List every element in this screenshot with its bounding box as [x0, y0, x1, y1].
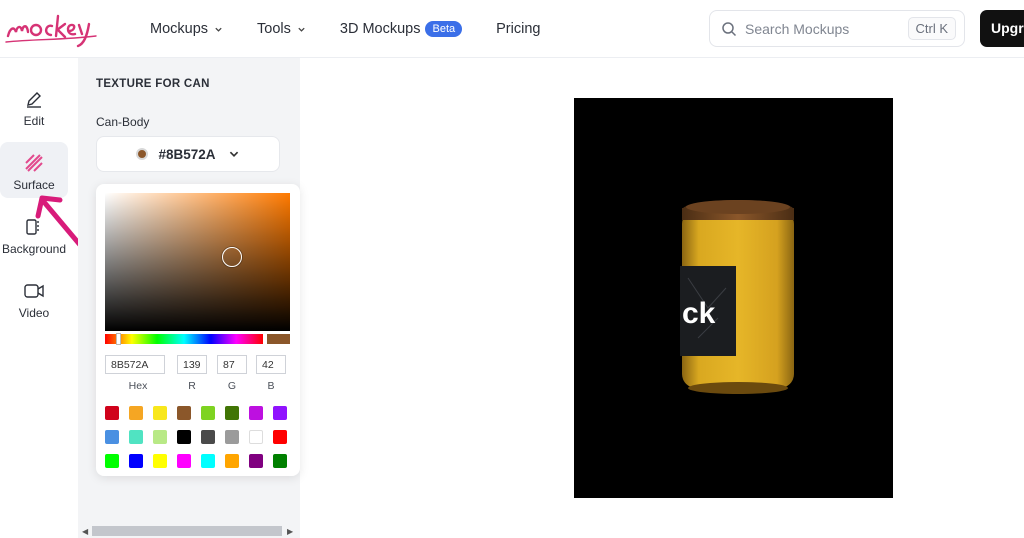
- rail-item-video[interactable]: Video: [0, 270, 68, 326]
- preset-color-swatch[interactable]: [129, 430, 143, 444]
- nav-tools[interactable]: Tools: [257, 21, 306, 37]
- horizontal-scrollbar[interactable]: ◀ ▶: [78, 524, 300, 538]
- chevron-down-icon: [298, 27, 305, 32]
- b-label: B: [267, 380, 275, 392]
- preset-color-swatch[interactable]: [201, 406, 215, 420]
- pencil-icon: [27, 92, 41, 108]
- preset-color-swatch[interactable]: [153, 430, 167, 444]
- r-input[interactable]: 139: [177, 355, 207, 374]
- preset-color-swatch[interactable]: [105, 406, 119, 420]
- preset-color-swatch[interactable]: [249, 406, 263, 420]
- color-preview: [267, 334, 290, 344]
- preset-color-swatch[interactable]: [105, 430, 119, 444]
- selected-color-value: #8B572A: [158, 146, 216, 162]
- hex-input[interactable]: 8B572A: [105, 355, 165, 374]
- texture-panel: TEXTURE FOR CAN Can-Body #8B572A 8B572A …: [78, 58, 300, 538]
- preset-color-swatch[interactable]: [177, 430, 191, 444]
- video-camera-icon: [24, 284, 44, 298]
- scrollbar-thumb[interactable]: [92, 526, 282, 536]
- rail-item-edit[interactable]: Edit: [0, 78, 68, 134]
- top-header: Mockups Tools 3D Mockups Beta Pricing Se…: [0, 0, 1024, 58]
- b-input[interactable]: 42: [256, 355, 286, 374]
- color-picker: 8B572A 139 87 42 Hex R G B: [96, 184, 300, 476]
- preset-color-swatch[interactable]: [225, 430, 239, 444]
- g-label: G: [227, 380, 237, 392]
- preset-color-swatch[interactable]: [177, 454, 191, 468]
- can-body-label: Can-Body: [96, 115, 150, 129]
- hue-slider[interactable]: [105, 333, 263, 345]
- nav-pricing[interactable]: Pricing: [496, 21, 540, 37]
- preset-color-swatch[interactable]: [273, 430, 287, 444]
- preset-color-swatch[interactable]: [201, 454, 215, 468]
- saturation-cursor[interactable]: [222, 247, 242, 267]
- hue-slider-thumb[interactable]: [116, 333, 121, 345]
- color-swatch-dot: [136, 148, 149, 160]
- nav-tools-label: Tools: [257, 21, 291, 37]
- main-nav: Mockups Tools 3D Mockups Beta Pricing: [150, 0, 574, 58]
- scroll-right-icon[interactable]: ▶: [287, 527, 293, 536]
- preset-swatches: [105, 406, 295, 468]
- saturation-value-area[interactable]: [105, 193, 290, 331]
- preset-color-swatch[interactable]: [105, 454, 119, 468]
- rail-label-edit: Edit: [23, 114, 45, 128]
- preset-color-swatch[interactable]: [129, 454, 143, 468]
- hex-label: Hex: [128, 380, 148, 392]
- beta-badge: Beta: [425, 21, 463, 37]
- rail-label-video: Video: [18, 306, 50, 320]
- preset-color-swatch[interactable]: [225, 406, 239, 420]
- chevron-down-icon: [229, 151, 238, 157]
- search-shortcut: Ctrl K: [907, 17, 956, 40]
- mockup-canvas[interactable]: ck: [574, 98, 893, 498]
- preset-color-swatch[interactable]: [249, 430, 263, 444]
- nav-3d-mockups[interactable]: 3D Mockups Beta: [339, 21, 463, 37]
- panel-title: TEXTURE FOR CAN: [96, 78, 210, 90]
- chevron-down-icon: [215, 27, 222, 32]
- preset-color-swatch[interactable]: [225, 454, 239, 468]
- search-input[interactable]: Search Mockups Ctrl K: [709, 10, 965, 47]
- left-toolbar: Edit Surface Background Video: [0, 58, 89, 538]
- mockey-logo[interactable]: [4, 6, 104, 52]
- scroll-left-icon[interactable]: ◀: [82, 527, 88, 536]
- nav-3d-mockups-label: 3D Mockups: [339, 21, 421, 37]
- preset-color-swatch[interactable]: [153, 454, 167, 468]
- r-label: R: [188, 380, 196, 392]
- preset-color-swatch[interactable]: [153, 406, 167, 420]
- g-input[interactable]: 87: [217, 355, 247, 374]
- preset-color-swatch[interactable]: [249, 454, 263, 468]
- preset-color-swatch[interactable]: [273, 454, 287, 468]
- nav-mockups[interactable]: Mockups: [150, 21, 223, 37]
- nav-mockups-label: Mockups: [150, 21, 209, 37]
- nav-pricing-label: Pricing: [496, 21, 541, 37]
- preset-color-swatch[interactable]: [177, 406, 191, 420]
- search-icon: [722, 21, 737, 36]
- upgrade-button[interactable]: Upgra: [980, 10, 1024, 47]
- preset-color-swatch[interactable]: [129, 406, 143, 420]
- search-placeholder: Search Mockups: [745, 20, 850, 37]
- hatched-square-icon: [25, 154, 43, 172]
- preset-color-swatch[interactable]: [201, 430, 215, 444]
- can-3d-render: ck: [680, 200, 794, 394]
- preset-color-swatch[interactable]: [273, 406, 287, 420]
- can-label-text: ck: [682, 297, 716, 330]
- can-body-color-select[interactable]: #8B572A: [96, 136, 280, 172]
